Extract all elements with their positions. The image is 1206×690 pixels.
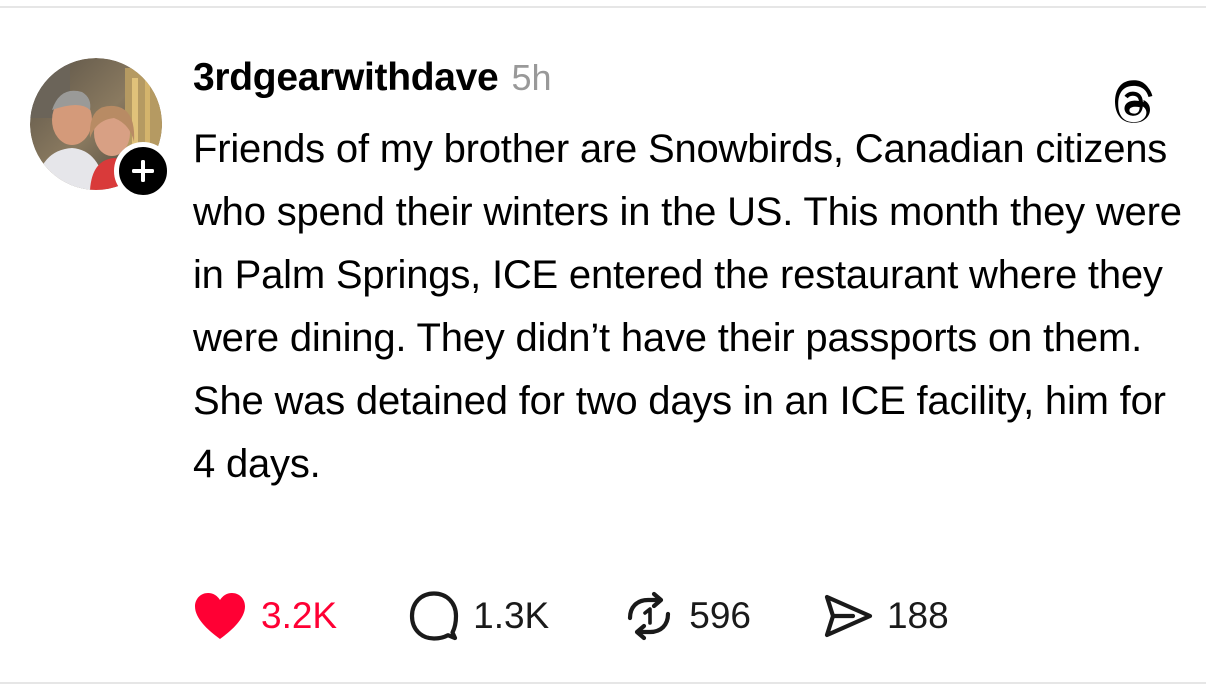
bottom-divider: [0, 682, 1206, 684]
repost-icon: [628, 591, 671, 641]
post-header: 3rdgearwithdave 5h: [193, 56, 552, 104]
repost-button[interactable]: 596: [623, 591, 751, 641]
reply-button[interactable]: 1.3K: [409, 591, 549, 641]
post-body-text: Friends of my brother are Snowbirds, Can…: [193, 127, 1182, 486]
timestamp: 5h: [511, 57, 552, 98]
avatar-container[interactable]: [30, 58, 172, 200]
post-actions-bar: 3.2K 1.3K 596 188: [193, 587, 949, 645]
username[interactable]: 3rdgearwithdave: [193, 56, 499, 100]
threads-post: 3rdgearwithdave 5h Friends of my brother…: [0, 0, 1206, 690]
like-count: 3.2K: [261, 595, 338, 636]
share-button[interactable]: 188: [823, 591, 949, 641]
plus-icon: [132, 160, 154, 182]
send-icon: [824, 594, 873, 638]
repost-count: 596: [689, 595, 751, 636]
follow-button[interactable]: [114, 142, 172, 200]
share-count: 188: [886, 595, 949, 636]
reply-count: 1.3K: [473, 595, 550, 636]
like-button[interactable]: 3.2K: [193, 591, 337, 641]
comment-bubble-icon: [410, 591, 459, 641]
heart-icon: [195, 593, 245, 639]
